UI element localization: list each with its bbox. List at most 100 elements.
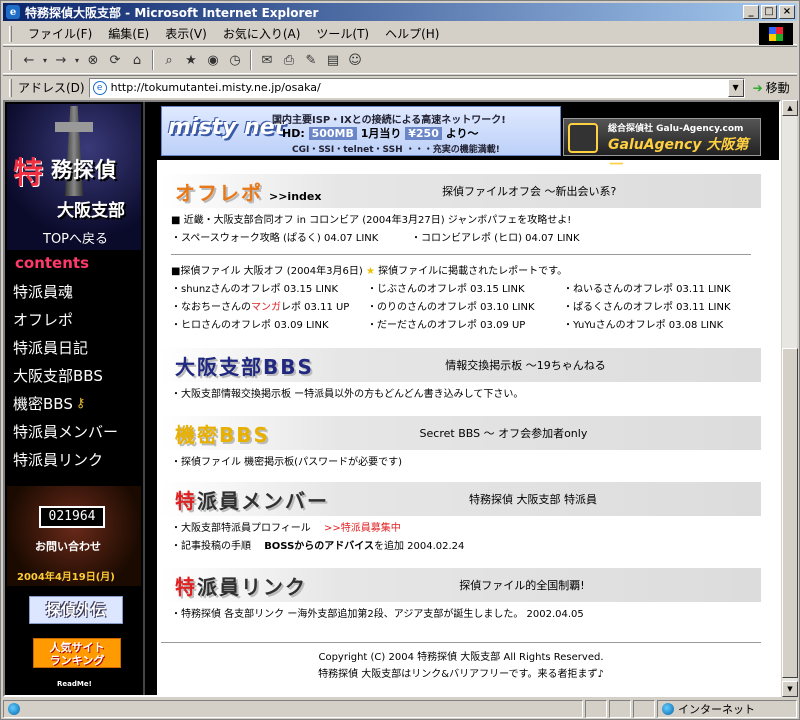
members-line: ・記事投稿の手順 BOSSからのアドバイスを追加 2004.02.24 bbox=[171, 538, 751, 556]
address-dropdown-icon[interactable]: ▼ bbox=[727, 78, 744, 97]
nav-osaka-bbs[interactable]: 大阪支部BBS bbox=[5, 362, 143, 390]
nav-links[interactable]: 特派員リンク bbox=[5, 446, 143, 474]
offrepo-link[interactable]: ・だーださんのオフレポ 03.09 UP bbox=[367, 317, 563, 335]
contact-link[interactable]: お問い合わせ bbox=[35, 538, 101, 554]
section-subtitle: 探偵ファイルオフ会 〜新出会い系? bbox=[442, 185, 617, 198]
section-body: ・特務探偵 各支部リンク ー海外支部追加第2段、アジア支部が誕生しました。 20… bbox=[161, 602, 761, 628]
print-icon[interactable]: ⎙ bbox=[278, 49, 300, 71]
toolbar-grip[interactable] bbox=[9, 50, 12, 70]
scroll-down-icon[interactable]: ▼ bbox=[782, 681, 798, 697]
ranking-banner[interactable]: 人気サイト ランキング bbox=[33, 638, 121, 668]
discuss-icon[interactable]: ▤ bbox=[322, 49, 344, 71]
misty-offer: HD: 500MB 1月当り ¥250 より〜 bbox=[282, 125, 478, 141]
messenger-icon[interactable]: ☺ bbox=[344, 49, 366, 71]
galu-ad-banner[interactable]: 総合探偵社 Galu-Agency.com GaluAgency 大阪第一 bbox=[563, 118, 761, 173]
site-banner[interactable]: 特 務探偵 大阪支部 TOPへ戻る bbox=[7, 104, 141, 250]
offrepo-link[interactable]: ・ぱるくさんのオフレポ 03.11 LINK bbox=[563, 299, 759, 317]
offrepo-link[interactable]: ・じぶさんのオフレポ 03.15 LINK bbox=[367, 281, 563, 299]
nav-secret-bbs[interactable]: 機密BBS ⚷ bbox=[5, 390, 143, 418]
back-icon[interactable]: ← bbox=[18, 49, 40, 71]
offrepo-link[interactable]: ・コロンビアレポ (ヒロ) 04.07 LINK bbox=[411, 230, 580, 248]
offrepo-link[interactable]: ・スペースウォーク攻略 (ぱるく) 04.07 LINK bbox=[171, 230, 411, 248]
readme-banner[interactable]: ReadMe! bbox=[57, 680, 92, 688]
stop-icon[interactable]: ⊗ bbox=[82, 49, 104, 71]
section-subtitle: 探偵ファイル的全国制覇! bbox=[459, 579, 585, 592]
ie-icon: e bbox=[6, 5, 20, 19]
search-icon[interactable]: ⌕ bbox=[158, 49, 180, 71]
profile-link[interactable]: ・大阪支部特派員プロフィール bbox=[171, 523, 311, 534]
galu-emblem-icon bbox=[568, 123, 598, 153]
section-subtitle: 情報交換掲示板 〜19ちゃんねる bbox=[445, 359, 606, 372]
nav-offrepo[interactable]: オフレポ bbox=[5, 306, 143, 334]
bbs-link[interactable]: ・大阪支部情報交換掲示板 ー特派員以外の方もどんどん書き込みして下さい。 bbox=[171, 386, 751, 404]
close-button[interactable]: × bbox=[779, 5, 795, 19]
forward-dropdown-icon[interactable]: ▾ bbox=[72, 49, 82, 71]
nav-tokuhain-tamashii[interactable]: 特派員魂 bbox=[5, 278, 143, 306]
nav-diary[interactable]: 特派員日記 bbox=[5, 334, 143, 362]
forward-icon[interactable]: → bbox=[50, 49, 72, 71]
offrepo-link[interactable]: ・shunzさんのオフレポ 03.15 LINK bbox=[171, 281, 367, 299]
offrepo-link[interactable]: ・ヒロさんのオフレポ 03.09 LINK bbox=[171, 317, 367, 335]
address-grip[interactable] bbox=[9, 78, 12, 97]
history-icon[interactable]: ◷ bbox=[224, 49, 246, 71]
tower-deck bbox=[55, 122, 93, 132]
go-arrow-icon: ➔ bbox=[752, 80, 763, 95]
status-cell bbox=[633, 699, 655, 718]
section-title: 機密BBS bbox=[175, 422, 270, 447]
offrepo-link[interactable]: ・なおちーさんのマンガレポ 03.11 UP bbox=[171, 299, 367, 317]
offrepo-link[interactable]: ・YuYuさんのオフレポ 03.08 LINK bbox=[563, 317, 759, 335]
visitor-counter: 021964 bbox=[39, 506, 105, 528]
tantei-gaiden-banner[interactable]: 探偵外伝 bbox=[29, 596, 123, 624]
menu-view[interactable]: 表示(V) bbox=[157, 25, 215, 42]
menu-bar: ファイル(F) 編集(E) 表示(V) お気に入り(A) ツール(T) ヘルプ(… bbox=[3, 23, 797, 45]
status-text bbox=[3, 699, 583, 718]
recruit-link[interactable]: >>特派員募集中 bbox=[324, 523, 401, 534]
section-subtitle: 特務探偵 大阪支部 特派員 bbox=[469, 493, 597, 506]
section-secret-bbs: 機密BBS Secret BBS 〜 オフ会参加者only ・探偵ファイル 機密… bbox=[161, 416, 761, 476]
nav-members[interactable]: 特派員メンバー bbox=[5, 418, 143, 446]
nav-label: 特派員リンク bbox=[13, 451, 104, 469]
media-icon[interactable]: ◉ bbox=[202, 49, 224, 71]
misty-features: CGI・SSI・telnet・SSH ・・・充実の機能満載! bbox=[292, 145, 500, 155]
boss-advice-link[interactable]: BOSSからのアドバイス bbox=[264, 541, 374, 552]
misty-headline: 国内主要ISP・IXとの接続による高速ネットワーク! bbox=[272, 115, 506, 126]
menu-file[interactable]: ファイル(F) bbox=[20, 25, 100, 42]
post-guide-link[interactable]: ・記事投稿の手順 bbox=[171, 541, 251, 552]
windows-logo-icon bbox=[759, 23, 793, 45]
menu-help[interactable]: ヘルプ(H) bbox=[377, 25, 447, 42]
sidebar-nav: 特派員魂 オフレポ 特派員日記 大阪支部BBS 機密BBS ⚷ 特派員メンバー 特… bbox=[5, 278, 143, 474]
minimize-button[interactable]: _ bbox=[743, 5, 759, 19]
go-button[interactable]: ➔ 移動 bbox=[753, 79, 790, 96]
section-offrepo: オフレポ >>index 探偵ファイルオフ会 〜新出会い系? ■ 近畿・大阪支部合… bbox=[161, 174, 761, 339]
secret-bbs-link[interactable]: ・探偵ファイル 機密掲示板(パスワードが必要です) bbox=[171, 454, 751, 472]
misty-ad-banner[interactable]: misty net 国内主要ISP・IXとの接続による高速ネットワーク! HD:… bbox=[161, 106, 561, 156]
address-url[interactable]: http://tokumutantei.misty.ne.jp/osaka/ bbox=[111, 81, 321, 94]
home-icon[interactable]: ⌂ bbox=[126, 49, 148, 71]
vertical-scrollbar[interactable]: ▲ ▼ bbox=[781, 100, 798, 697]
index-link[interactable]: >>index bbox=[269, 190, 321, 203]
current-date: 2004年4月19日(月) bbox=[17, 572, 115, 583]
menu-favorites[interactable]: お気に入り(A) bbox=[215, 25, 309, 42]
offrepo-link[interactable]: ・ねいるさんのオフレポ 03.11 LINK bbox=[563, 281, 759, 299]
menu-grip[interactable] bbox=[9, 25, 12, 42]
refresh-icon[interactable]: ⟳ bbox=[104, 49, 126, 71]
scroll-thumb[interactable] bbox=[782, 348, 798, 678]
menu-edit[interactable]: 編集(E) bbox=[100, 25, 157, 42]
misty-hd-label: HD: bbox=[282, 127, 305, 140]
offrepo-link[interactable]: ・のりのさんのオフレポ 03.10 LINK bbox=[367, 299, 563, 317]
title-red-char: 特 bbox=[175, 488, 197, 513]
top-link[interactable]: TOPへ戻る bbox=[43, 228, 108, 247]
scroll-up-icon[interactable]: ▲ bbox=[782, 100, 798, 116]
nav-label: 特派員日記 bbox=[13, 339, 89, 357]
menu-tools[interactable]: ツール(T) bbox=[308, 25, 377, 42]
address-input[interactable]: e http://tokumutantei.misty.ne.jp/osaka/… bbox=[88, 77, 745, 98]
edit-icon[interactable]: ✎ bbox=[300, 49, 322, 71]
mail-icon[interactable]: ✉ bbox=[256, 49, 278, 71]
maximize-button[interactable]: □ bbox=[761, 5, 777, 19]
back-dropdown-icon[interactable]: ▾ bbox=[40, 49, 50, 71]
address-label: アドレス(D) bbox=[18, 81, 85, 95]
favorites-icon[interactable]: ★ bbox=[180, 49, 202, 71]
section-header: 機密BBS Secret BBS 〜 オフ会参加者only bbox=[161, 416, 761, 450]
branch-links[interactable]: ・特務探偵 各支部リンク ー海外支部追加第2段、アジア支部が誕生しました。 20… bbox=[171, 606, 751, 624]
title-red-char: 特 bbox=[175, 574, 197, 599]
